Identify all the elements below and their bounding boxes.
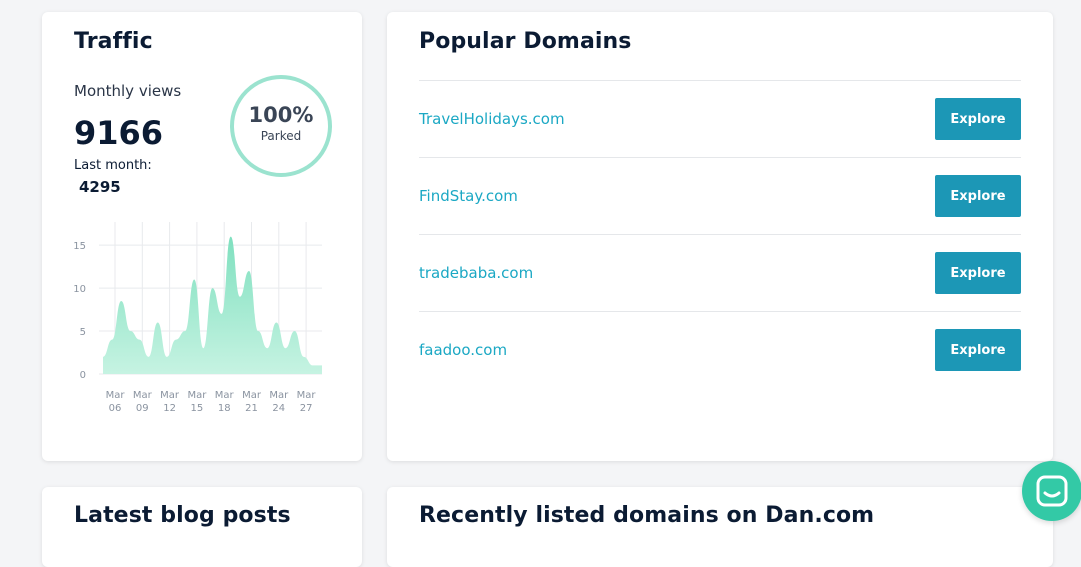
- explore-button[interactable]: Explore: [935, 252, 1021, 294]
- chat-button[interactable]: [1022, 461, 1081, 521]
- domain-link[interactable]: tradebaba.com: [419, 264, 533, 282]
- last-month-label: Last month:: [74, 158, 152, 173]
- domain-link[interactable]: faadoo.com: [419, 341, 507, 359]
- chat-bubble-icon: [1036, 475, 1068, 507]
- blog-title: Latest blog posts: [74, 503, 291, 528]
- domain-row: TravelHolidays.com Explore: [419, 80, 1021, 157]
- x-tick-label: Mar: [269, 390, 289, 401]
- x-tick-label: Mar: [187, 390, 207, 401]
- explore-button[interactable]: Explore: [935, 98, 1021, 140]
- y-tick-label: 15: [73, 241, 86, 252]
- monthly-views-value: 9166: [74, 114, 164, 152]
- domain-row: tradebaba.com Explore: [419, 234, 1021, 311]
- recent-domains-card: Recently listed domains on Dan.com: [387, 487, 1053, 567]
- explore-button[interactable]: Explore: [935, 329, 1021, 371]
- domain-link[interactable]: FindStay.com: [419, 187, 518, 205]
- parked-percent: 100%: [248, 103, 314, 127]
- traffic-title: Traffic: [74, 29, 153, 54]
- monthly-views-label: Monthly views: [74, 82, 182, 100]
- popular-domains-title: Popular Domains: [419, 29, 632, 54]
- y-tick-label: 0: [80, 370, 86, 381]
- domain-row: FindStay.com Explore: [419, 157, 1021, 234]
- x-tick-label: 15: [191, 403, 204, 414]
- domain-link[interactable]: TravelHolidays.com: [419, 110, 565, 128]
- x-tick-label: 12: [163, 403, 176, 414]
- x-tick-label: Mar: [215, 390, 235, 401]
- x-tick-label: 06: [109, 403, 122, 414]
- x-tick-label: Mar: [242, 390, 262, 401]
- x-tick-label: Mar: [106, 390, 126, 401]
- y-tick-label: 5: [80, 327, 86, 338]
- x-tick-label: 21: [245, 403, 258, 414]
- blog-card: Latest blog posts: [42, 487, 362, 567]
- x-tick-label: 18: [218, 403, 231, 414]
- last-month-value: 4295: [79, 178, 121, 196]
- x-tick-label: Mar: [160, 390, 180, 401]
- traffic-chart: 0 5 10 15 Mar 06 Mar 09 Mar 12 Mar 15 Mar 18 Mar 21 Mar 2…: [73, 222, 322, 414]
- explore-button[interactable]: Explore: [935, 175, 1021, 217]
- x-tick-label: Mar: [297, 390, 317, 401]
- popular-domains-card: Popular Domains TravelHolidays.com Explo…: [387, 12, 1053, 461]
- domain-row: faadoo.com Explore: [419, 311, 1021, 388]
- parked-ring: 100% Parked: [230, 75, 332, 177]
- x-tick-label: 27: [300, 403, 313, 414]
- traffic-area-series: [103, 236, 322, 374]
- parked-label: Parked: [260, 129, 302, 143]
- recent-domains-title: Recently listed domains on Dan.com: [419, 503, 875, 528]
- y-tick-label: 10: [73, 284, 86, 295]
- x-tick-label: Mar: [133, 390, 153, 401]
- traffic-card: Traffic Monthly views 9166 Last month: 4…: [42, 12, 362, 461]
- x-tick-label: 09: [136, 403, 149, 414]
- x-tick-label: 24: [272, 403, 285, 414]
